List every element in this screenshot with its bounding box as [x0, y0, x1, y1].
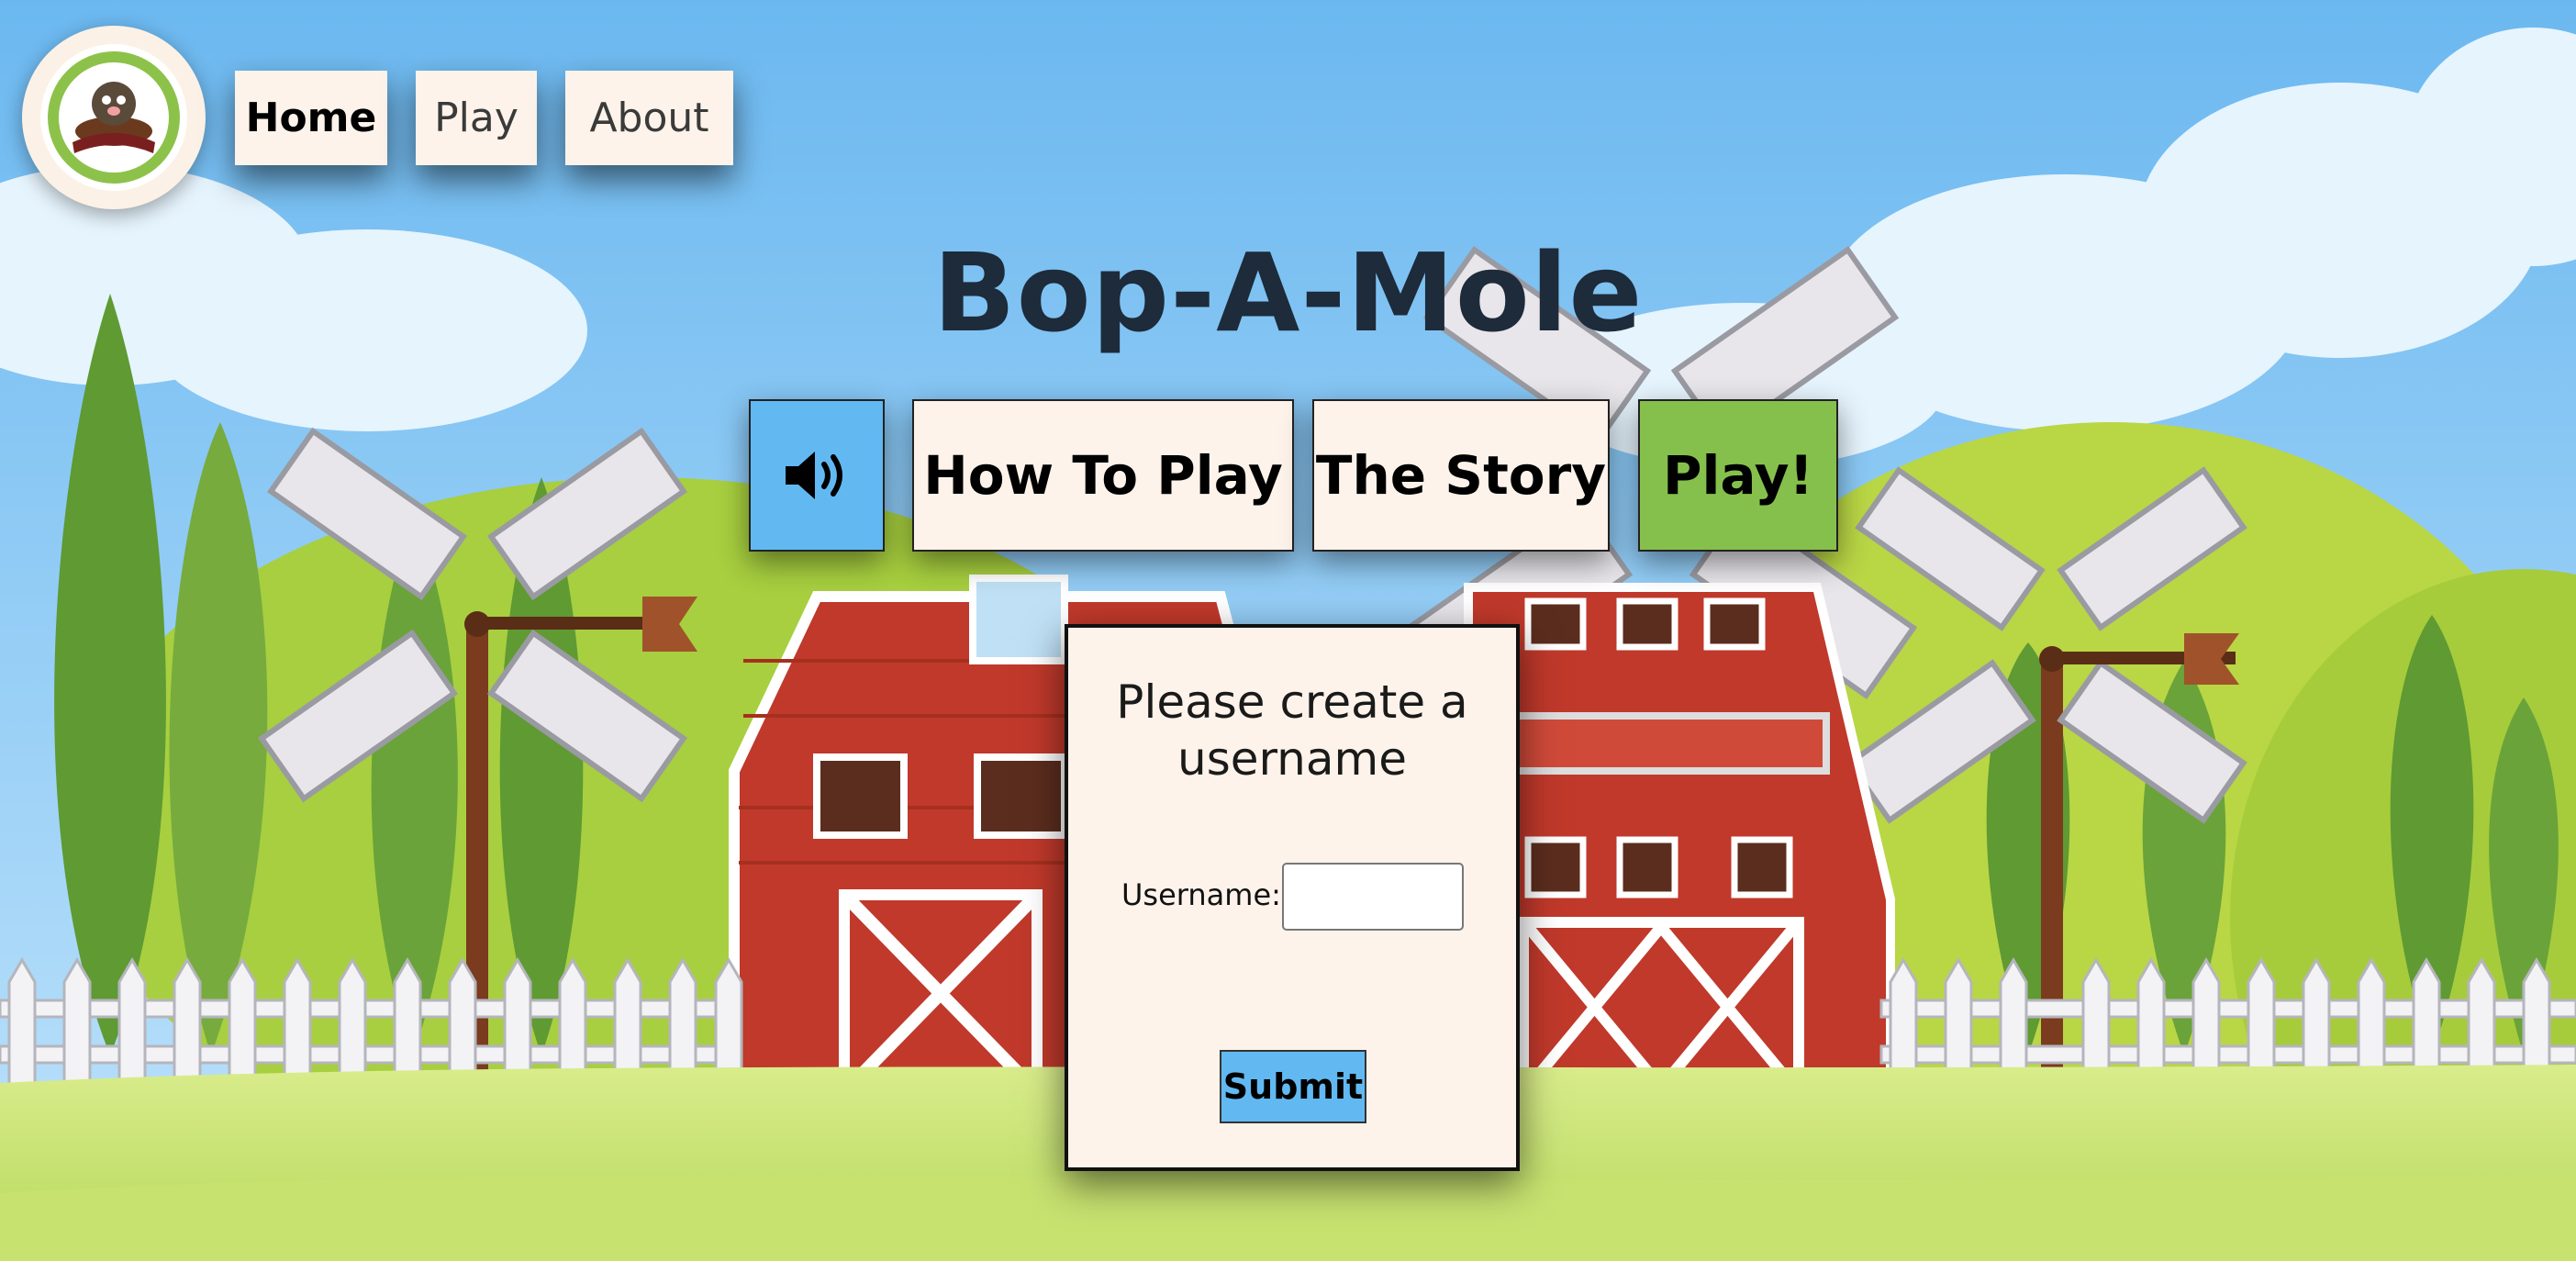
submit-button[interactable]: Submit	[1220, 1050, 1366, 1123]
nav-play-button[interactable]: Play	[416, 71, 537, 165]
barn-right	[1464, 583, 1895, 1098]
speaker-volume-icon	[786, 452, 842, 499]
logo[interactable]	[22, 26, 206, 209]
username-input[interactable]	[1282, 863, 1464, 931]
sound-toggle-button[interactable]	[749, 399, 885, 552]
play-button[interactable]: Play!	[1638, 399, 1838, 552]
username-label: Username:	[1121, 877, 1281, 912]
nav-home-button[interactable]: Home	[235, 71, 387, 165]
how-to-play-button[interactable]: How To Play	[912, 399, 1294, 552]
nav-about-button[interactable]: About	[565, 71, 733, 165]
the-story-button[interactable]: The Story	[1312, 399, 1610, 552]
mole-logo-icon	[40, 44, 187, 191]
modal-title: Please create a username	[1116, 675, 1468, 786]
page-title: Bop-A-Mole	[932, 229, 1644, 356]
username-modal: Please create a username Username: Submi…	[1065, 624, 1520, 1171]
